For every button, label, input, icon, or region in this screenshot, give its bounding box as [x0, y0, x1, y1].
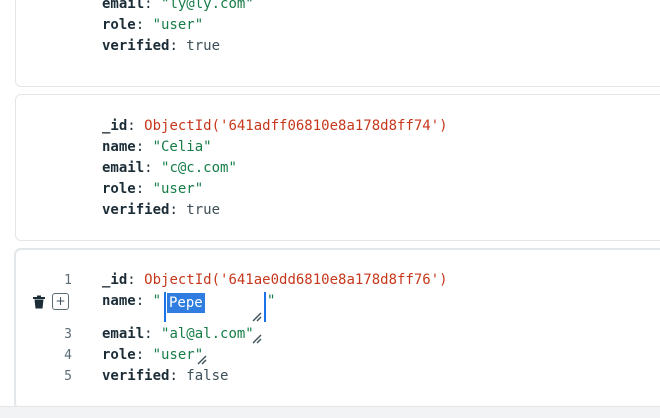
name-value-editor[interactable]: Pepe	[164, 292, 266, 322]
plus-icon[interactable]: +	[52, 293, 69, 310]
line-number: 3	[64, 327, 72, 342]
field-row-role: role: "user"	[102, 347, 204, 363]
field-row-role: role: "user"	[102, 181, 204, 197]
resize-handle-icon[interactable]	[197, 353, 207, 365]
field-row-verified: verified: false	[102, 368, 229, 384]
line-number: 1	[64, 273, 72, 288]
trash-icon[interactable]	[32, 295, 46, 309]
line-number: 5	[64, 369, 72, 384]
field-row-verified: verified: true	[102, 202, 221, 218]
name-close-quote: "	[267, 293, 276, 309]
document-card-2[interactable]: _id: ObjectId('641adff06810e8a178d8ff74'…	[15, 94, 660, 241]
resize-handle-icon[interactable]	[252, 310, 262, 322]
resize-handle-icon[interactable]	[252, 332, 262, 344]
card-footer-bar	[0, 406, 660, 418]
field-row-id: _id: ObjectId('641adff06810e8a178d8ff74'…	[102, 118, 448, 134]
field-row-name: name: "Celia"	[102, 139, 212, 155]
field-row-id: _id: ObjectId('641ae0dd6810e8a178d8ff76'…	[102, 272, 448, 288]
field-row-role: role: "user"	[102, 17, 204, 33]
line-number: 4	[64, 348, 72, 363]
selected-text[interactable]: Pepe	[167, 293, 205, 313]
document-card-1[interactable]: email: "ly@ly.com" role: "user" verified…	[15, 0, 660, 87]
document-card-editing[interactable]: 1 _id: ObjectId('641ae0dd6810e8a178d8ff7…	[15, 249, 660, 409]
field-row-email: email: "al@al.com"	[102, 326, 254, 342]
field-row-verified: verified: true	[102, 38, 221, 54]
field-row-email: email: "c@c.com"	[102, 160, 237, 176]
field-row-email: email: "ly@ly.com"	[102, 0, 254, 12]
field-row-name: name: "	[102, 293, 162, 309]
